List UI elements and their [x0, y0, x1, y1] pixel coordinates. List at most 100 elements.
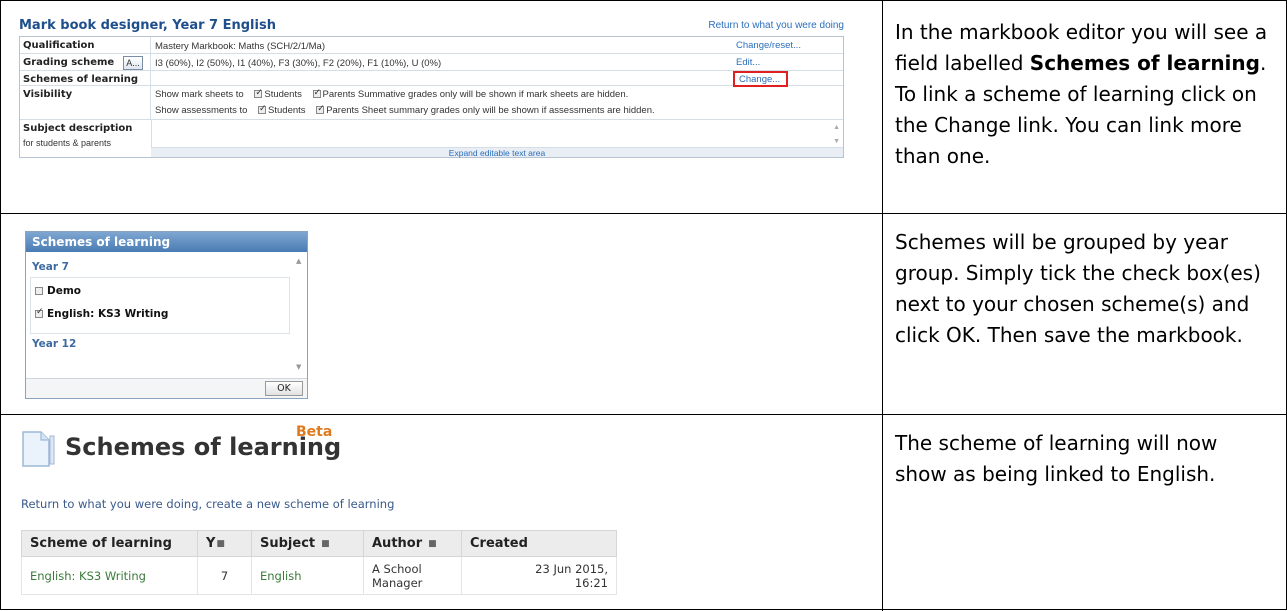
scheme-item-english[interactable]: English: KS3 Writing — [35, 307, 169, 320]
markbook-header: Mark book designer, Year 7 English Retur… — [19, 14, 844, 36]
schemes-of-learning-label: Schemes of learning — [23, 74, 139, 85]
author-line: Manager — [372, 575, 423, 590]
cell-author: A School Manager — [363, 556, 462, 595]
document-icon — [22, 431, 55, 467]
mark-sheets-prefix: Show mark sheets to — [155, 89, 244, 100]
mark-sheets-visibility: Show mark sheets to Students Parents Sum… — [155, 87, 629, 100]
mark-sheets-parents-checkbox[interactable] — [312, 87, 321, 98]
visibility-label: Visibility — [23, 89, 73, 100]
return-links[interactable]: Return to what you were doing, create a … — [21, 497, 394, 511]
demo-checkbox[interactable] — [35, 287, 43, 295]
schemes-change-link[interactable]: Change... — [739, 74, 780, 85]
col-year[interactable]: Y■ — [197, 530, 252, 557]
created-line: 16:21 — [574, 575, 608, 590]
cell-created: 23 Jun 2015, 16:21 — [461, 556, 617, 595]
markbook-title: Mark book designer, Year 7 English — [19, 18, 276, 33]
scheme-item-label: English: KS3 Writing — [47, 308, 169, 320]
scroll-up-icon[interactable]: ▲ — [833, 124, 840, 131]
ok-button[interactable]: OK — [265, 381, 303, 396]
subject-description-label: Subject description — [23, 123, 133, 134]
sort-icon[interactable]: ■ — [428, 539, 437, 549]
students-label: Students — [268, 105, 306, 116]
table-header-row: Scheme of learning Y■ Subject ■ Author ■ C… — [21, 530, 617, 557]
table-row[interactable]: English: KS3 Writing 7 English A School M… — [21, 556, 617, 595]
step2-screenshot: Schemes of learning Year 7 Demo English:… — [2, 214, 882, 414]
grading-scheme-label: Grading scheme — [23, 57, 115, 68]
scheme-item-demo[interactable]: Demo — [35, 285, 81, 297]
cell-scheme[interactable]: English: KS3 Writing — [21, 556, 198, 595]
row-separator — [150, 37, 151, 53]
qualification-change-link[interactable]: Change/reset... — [736, 40, 801, 51]
step3-caption-cell: The scheme of learning will now show as … — [883, 415, 1287, 610]
return-link[interactable]: Return to what you were doing — [708, 20, 844, 31]
parents-label: Parents — [322, 89, 356, 100]
subject-description-row: Subject description for students & paren… — [20, 120, 843, 158]
markbook-form: Qualification Mastery Markbook: Maths (S… — [19, 36, 844, 158]
qualification-row: Qualification Mastery Markbook: Maths (S… — [20, 37, 843, 54]
scroll-up-icon[interactable]: ▲ — [296, 257, 301, 265]
sort-icon[interactable]: ■ — [321, 539, 330, 549]
scheme-item-label: Demo — [47, 285, 81, 297]
column-label: Scheme of learning — [30, 536, 172, 551]
group-year-7: Year 7 — [32, 261, 69, 273]
popup-body: Year 7 Demo English: KS3 Writing Year 12… — [30, 255, 306, 373]
markbook-designer: Mark book designer, Year 7 English Retur… — [19, 14, 844, 158]
mark-sheets-note: Summative grades only will be shown if m… — [357, 89, 629, 100]
parents-label: Parents — [326, 105, 359, 116]
column-label: Y — [206, 536, 216, 551]
visibility-row: Visibility Show mark sheets to Students … — [20, 86, 843, 120]
instruction-table: Mark book designer, Year 7 English Retur… — [0, 0, 1287, 611]
step1-caption: In the markbook editor you will see a fi… — [895, 2, 1275, 172]
step3-caption: The scheme of learning will now show as … — [895, 431, 1218, 486]
assessments-prefix: Show assessments to — [155, 105, 248, 116]
step2-caption: Schemes will be grouped by year group. S… — [895, 230, 1261, 347]
grading-scheme-edit-link[interactable]: Edit... — [736, 57, 760, 68]
assessments-note: Sheet summary grades only will be shown … — [361, 105, 655, 116]
author-line: A School — [372, 561, 422, 576]
subject-description-note: for students & parents — [23, 138, 112, 148]
students-label: Students — [264, 89, 302, 100]
cell-subject: English — [251, 556, 364, 595]
scroll-down-icon[interactable]: ▼ — [296, 363, 301, 371]
scroll-down-icon[interactable]: ▼ — [833, 138, 840, 145]
col-created[interactable]: Created — [461, 530, 617, 557]
row-separator — [150, 54, 151, 70]
popup-title: Schemes of learning — [26, 232, 307, 252]
mark-sheets-students-checkbox[interactable] — [254, 87, 263, 98]
col-author[interactable]: Author ■ — [363, 530, 462, 557]
schemes-of-learning-row: Schemes of learning Change... — [20, 71, 843, 87]
column-label: Subject — [260, 536, 316, 551]
schemes-popup: Schemes of learning Year 7 Demo English:… — [25, 231, 308, 399]
row-separator — [150, 71, 151, 85]
beta-badge: Beta — [296, 424, 333, 440]
assessments-students-checkbox[interactable] — [258, 103, 267, 114]
step3-screenshot: Schemes of learning Beta Return to what … — [2, 415, 882, 610]
english-checkbox[interactable] — [35, 307, 44, 318]
qualification-label: Qualification — [23, 40, 95, 51]
grading-scheme-button[interactable]: A... — [123, 56, 143, 70]
qualification-value: Mastery Markbook: Maths (SCH/2/1/Ma) — [155, 41, 325, 52]
grading-scheme-value: I3 (60%), I2 (50%), I1 (40%), F3 (30%), … — [155, 58, 442, 69]
subject-description-textarea[interactable]: ▲ ▼ — [151, 120, 843, 147]
step2-caption-cell: Schemes will be grouped by year group. S… — [883, 214, 1287, 414]
scheme-list: Demo English: KS3 Writing — [30, 277, 290, 334]
popup-scrollbar[interactable]: ▲ ▼ — [294, 255, 306, 373]
schemes-table: Scheme of learning Y■ Subject ■ Author ■ C… — [21, 530, 617, 595]
assessments-parents-checkbox[interactable] — [316, 103, 325, 114]
caption-bold-text: Schemes of learning — [1029, 51, 1260, 75]
row-separator — [150, 86, 151, 119]
grading-scheme-row: Grading scheme A... I3 (60%), I2 (50%), … — [20, 54, 843, 71]
col-scheme[interactable]: Scheme of learning — [21, 530, 198, 557]
col-subject[interactable]: Subject ■ — [251, 530, 364, 557]
step1-screenshot: Mark book designer, Year 7 English Retur… — [2, 2, 882, 213]
expand-textarea-link[interactable]: Expand editable text area — [151, 147, 843, 158]
sort-icon[interactable]: ■ — [216, 539, 225, 549]
group-year-12: Year 12 — [32, 338, 77, 350]
step1-caption-cell: In the markbook editor you will see a fi… — [883, 2, 1287, 213]
column-label: Author — [372, 536, 423, 551]
popup-footer: OK — [26, 378, 307, 398]
created-line: 23 Jun 2015, — [535, 561, 608, 576]
cell-year: 7 — [197, 556, 252, 595]
assessments-visibility: Show assessments to Students Parents She… — [155, 103, 655, 116]
highlight-box: Change... — [733, 71, 788, 87]
